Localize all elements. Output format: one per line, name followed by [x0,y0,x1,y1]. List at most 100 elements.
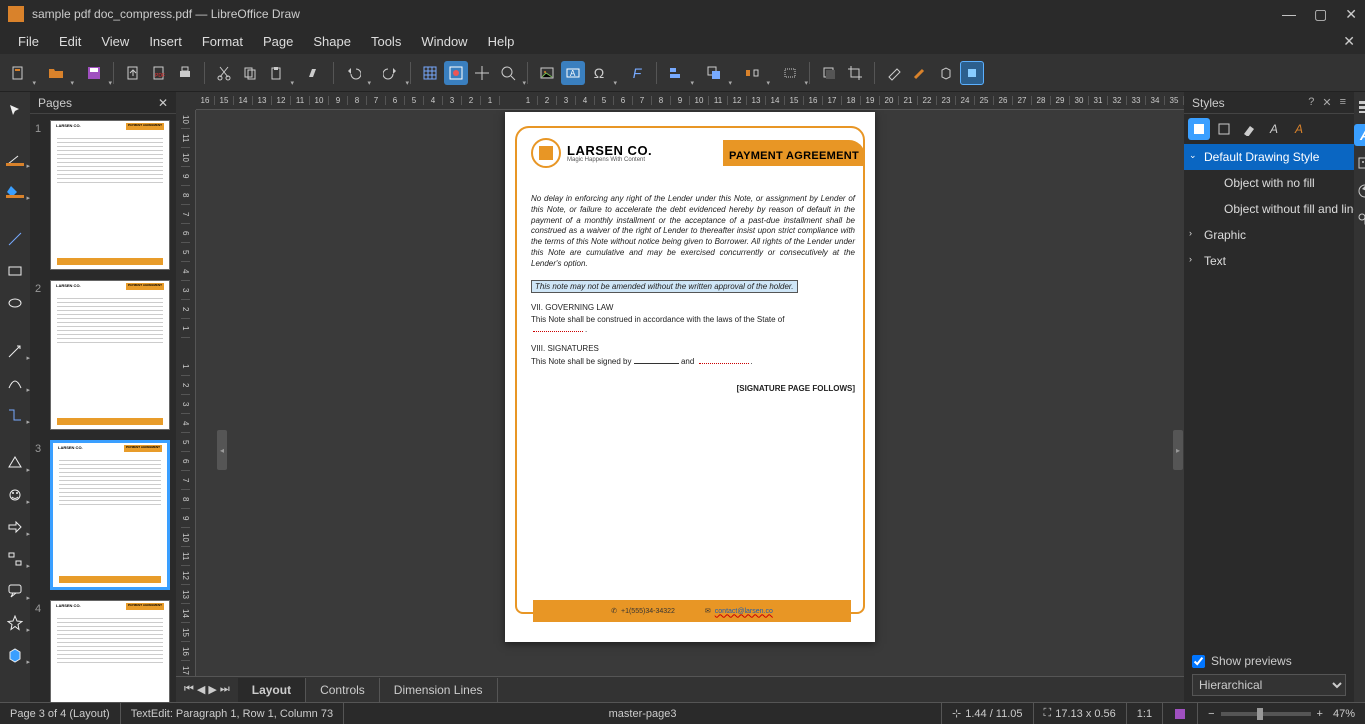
open-button[interactable] [44,61,68,85]
menu-help[interactable]: Help [478,30,525,53]
page-thumb-4[interactable]: 4 LARSEN CO.PAYMENT AGREEMENT [36,600,170,702]
styles-close-button[interactable]: ✕ [1322,96,1331,109]
copy-button[interactable] [238,61,262,85]
shapes-tab-icon[interactable] [1354,208,1365,230]
status-save-icon[interactable] [1163,703,1198,724]
zoom-controls[interactable]: − + 47% [1198,703,1365,724]
line-tool[interactable] [0,226,30,252]
menu-edit[interactable]: Edit [49,30,91,53]
style-graphic[interactable]: ›Graphic [1184,222,1354,248]
style-default-drawing[interactable]: ⌄Default Drawing Style [1184,144,1354,170]
close-document-button[interactable]: ✕ [1343,33,1355,50]
status-scale[interactable]: 1:1 [1127,703,1163,724]
next-page-button[interactable]: ▶ [208,683,216,696]
gluepoints-button[interactable] [908,61,932,85]
document-page[interactable]: LARSEN CO. Magic Happens With Content PA… [505,112,875,642]
page-thumb-1[interactable]: 1 LARSEN CO.PAYMENT AGREEMENT [36,120,170,270]
styles-tab-icon[interactable]: A [1354,124,1365,146]
zoom-button[interactable] [496,61,520,85]
undo-button[interactable] [341,61,365,85]
special-char-button[interactable]: Ω [587,61,611,85]
horizontal-ruler[interactable]: 1615141312111098765432112345678910111213… [196,92,1184,110]
minimize-button[interactable]: ― [1282,6,1296,23]
align-button[interactable] [664,61,688,85]
distribute-button[interactable] [740,61,764,85]
style-text[interactable]: ›Text [1184,248,1354,274]
maximize-button[interactable]: ▢ [1314,6,1327,23]
styles-help-button[interactable]: ? [1308,96,1314,109]
zoom-slider[interactable] [1221,712,1311,716]
menu-file[interactable]: File [8,30,49,53]
zoom-percent[interactable]: 47% [1333,708,1355,720]
style-object-no-fill[interactable]: Object with no fill [1184,170,1354,196]
zoom-in-button[interactable]: + [1317,708,1323,720]
collapse-sidebar-handle[interactable]: ▸ [1173,430,1183,470]
rectangle-tool[interactable] [0,258,30,284]
canvas-viewport[interactable]: ◂ LARSEN CO. Magic Happens With Content … [196,110,1184,676]
style-filter-select[interactable]: Hierarchical [1192,674,1346,696]
tab-layout[interactable]: Layout [238,678,306,702]
presentation-styles-icon[interactable] [1213,118,1235,140]
ellipse-tool[interactable] [0,290,30,316]
prev-page-button[interactable]: ◀ [197,683,205,696]
connector-tool[interactable] [0,402,30,428]
last-page-button[interactable]: ⏭ [220,683,230,696]
fill-format-icon[interactable] [1238,118,1260,140]
tab-controls[interactable]: Controls [306,678,380,702]
symbol-shapes-tool[interactable] [0,482,30,508]
pages-list[interactable]: 1 LARSEN CO.PAYMENT AGREEMENT 2 LARSEN C… [30,114,176,702]
menu-insert[interactable]: Insert [139,30,192,53]
menu-window[interactable]: Window [411,30,477,53]
crop-button[interactable] [843,61,867,85]
new-style-icon[interactable]: A [1263,118,1285,140]
first-page-button[interactable]: ⏮ [184,683,194,696]
menu-page[interactable]: Page [253,30,303,53]
drawing-styles-icon[interactable] [1188,118,1210,140]
clone-format-button[interactable] [302,61,326,85]
properties-tab-icon[interactable] [1354,96,1365,118]
print-button[interactable] [173,61,197,85]
save-button[interactable] [82,61,106,85]
snap-button[interactable] [444,61,468,85]
export-button[interactable] [121,61,145,85]
menu-tools[interactable]: Tools [361,30,411,53]
line-color-tool[interactable] [0,146,30,172]
new-button[interactable] [6,61,30,85]
tab-dimension-lines[interactable]: Dimension Lines [380,678,498,702]
grid-button[interactable] [418,61,442,85]
image-button[interactable] [535,61,559,85]
menu-view[interactable]: View [91,30,139,53]
navigator-tab-icon[interactable] [1354,180,1365,202]
show-previews-checkbox[interactable]: Show previews [1192,654,1346,668]
star-tool[interactable] [0,610,30,636]
pages-panel-close[interactable]: ✕ [158,96,168,110]
page-thumb-3[interactable]: 3 LARSEN CO.PAYMENT AGREEMENT [36,440,170,590]
arrange-button[interactable] [702,61,726,85]
update-style-icon[interactable]: A [1288,118,1310,140]
blank-field[interactable] [533,324,583,332]
guides-button[interactable] [470,61,494,85]
paste-button[interactable] [264,61,288,85]
callout-tool[interactable] [0,578,30,604]
select-tool[interactable] [0,98,30,124]
select-3d-button[interactable] [778,61,802,85]
vertical-ruler[interactable]: 1011109876543211234567891011121314151617… [176,110,196,676]
zoom-out-button[interactable]: − [1208,708,1214,720]
collapse-pages-handle[interactable]: ◂ [217,430,227,470]
menu-shape[interactable]: Shape [303,30,361,53]
block-arrows-tool[interactable] [0,514,30,540]
style-tree[interactable]: ⌄Default Drawing Style Object with no fi… [1184,144,1354,648]
close-button[interactable]: ✕ [1345,6,1357,23]
body-paragraph[interactable]: No delay in enforcing any right of the L… [531,194,855,270]
export-pdf-button[interactable]: PDF [147,61,171,85]
fill-color-tool[interactable] [0,178,30,204]
draw-functions-button[interactable] [960,61,984,85]
gallery-tab-icon[interactable] [1354,152,1365,174]
extrusion-button[interactable] [934,61,958,85]
styles-menu-button[interactable]: ≡ [1340,96,1346,109]
highlighted-text[interactable]: This note may not be amended without the… [531,280,798,293]
style-object-no-fill-line[interactable]: Object without fill and line [1184,196,1354,222]
cut-button[interactable] [212,61,236,85]
filter-button[interactable] [882,61,906,85]
flowchart-tool[interactable] [0,546,30,572]
